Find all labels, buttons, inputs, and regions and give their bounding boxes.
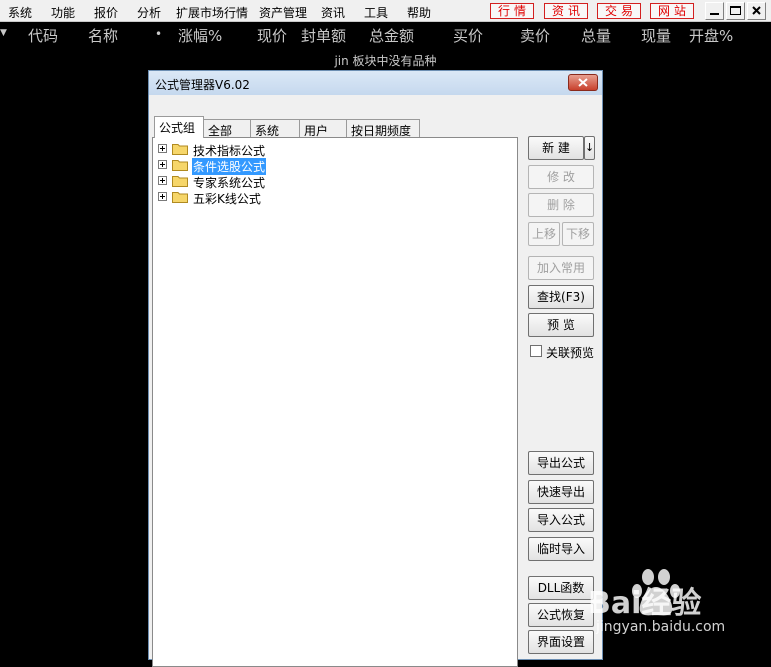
formula-tree[interactable]: 技术指标公式 条件选股公式 专家系统公式 五彩K线公式 bbox=[152, 137, 518, 667]
menu-help[interactable]: 帮助 bbox=[407, 4, 431, 21]
expand-icon[interactable] bbox=[158, 192, 167, 201]
new-button[interactable]: 新 建 bbox=[528, 136, 584, 160]
tree-node-label: 五彩K线公式 bbox=[193, 192, 261, 206]
dll-function-button[interactable]: DLL函数 bbox=[528, 576, 594, 600]
move-down-button[interactable]: 下移 bbox=[562, 222, 594, 246]
ui-settings-button[interactable]: 界面设置 bbox=[528, 630, 594, 654]
close-app-button[interactable] bbox=[747, 2, 766, 20]
maximize-icon bbox=[730, 6, 741, 15]
column-code[interactable]: 代码 bbox=[28, 25, 58, 46]
column-price[interactable]: 现价 bbox=[257, 25, 287, 46]
market-link-button[interactable]: 行情 bbox=[490, 3, 534, 19]
menu-system[interactable]: 系统 bbox=[8, 4, 32, 21]
tree-node-label: 条件选股公式 bbox=[192, 158, 267, 175]
column-open-pct[interactable]: 开盘% bbox=[689, 25, 733, 46]
add-common-button[interactable]: 加入常用 bbox=[528, 256, 594, 280]
menu-quote[interactable]: 报价 bbox=[94, 4, 118, 21]
dialog-close-button[interactable] bbox=[568, 74, 598, 91]
tab-system[interactable]: 系统 bbox=[250, 119, 300, 138]
column-current-volume[interactable]: 现量 bbox=[641, 25, 671, 46]
find-button[interactable]: 查找(F3) bbox=[528, 285, 594, 309]
menu-bar: 系统 功能 报价 分析 扩展市场行情 资产管理 资讯 工具 帮助 行情 资讯 交… bbox=[0, 0, 771, 22]
tree-node-label: 技术指标公式 bbox=[193, 144, 266, 158]
column-change-pct[interactable]: 涨幅% bbox=[178, 25, 222, 46]
folder-icon bbox=[172, 176, 188, 187]
formula-manager-dialog: 公式管理器V6.02 公式组 全部 系统 用户 按日期频度 技术指标公式 条件选… bbox=[148, 70, 603, 667]
dialog-title: 公式管理器V6.02 bbox=[155, 78, 250, 92]
minimize-button[interactable] bbox=[705, 2, 724, 20]
column-bid[interactable]: 买价 bbox=[453, 25, 483, 46]
folder-icon bbox=[172, 144, 188, 155]
baidu-paw-logo: Bai经验 jingyan.baidu.com bbox=[588, 569, 725, 635]
folder-icon bbox=[172, 160, 188, 171]
empty-board-message: jin 板块中没有品种 bbox=[334, 54, 437, 68]
link-preview-label: 关联预览 bbox=[546, 346, 595, 360]
column-seal-amount[interactable]: 封单额 bbox=[301, 25, 346, 46]
import-formula-button[interactable]: 导入公式 bbox=[528, 508, 594, 532]
preview-button[interactable]: 预 览 bbox=[528, 313, 594, 337]
close-icon bbox=[578, 78, 588, 87]
expand-icon[interactable] bbox=[158, 160, 167, 169]
menu-tools[interactable]: 工具 bbox=[364, 4, 388, 21]
modify-button[interactable]: 修 改 bbox=[528, 165, 594, 189]
expand-icon[interactable] bbox=[158, 144, 167, 153]
column-name[interactable]: 名称 bbox=[88, 25, 118, 46]
temp-import-button[interactable]: 临时导入 bbox=[528, 537, 594, 561]
menu-info[interactable]: 资讯 bbox=[321, 4, 345, 21]
expand-icon[interactable] bbox=[158, 176, 167, 185]
svg-text:Bai经验: Bai经验 bbox=[588, 586, 701, 621]
tab-all[interactable]: 全部 bbox=[203, 119, 251, 138]
tab-formula-group[interactable]: 公式组 bbox=[154, 116, 204, 138]
link-preview-checkbox[interactable] bbox=[530, 345, 542, 357]
move-up-button[interactable]: 上移 bbox=[528, 222, 560, 246]
website-link-button[interactable]: 网站 bbox=[650, 3, 694, 19]
formula-restore-button[interactable]: 公式恢复 bbox=[528, 603, 594, 627]
menu-function[interactable]: 功能 bbox=[51, 4, 75, 21]
baidu-jingyan-watermark: Bai经验 jingyan.baidu.com bbox=[588, 565, 771, 650]
column-volume[interactable]: 总量 bbox=[581, 25, 611, 46]
minimize-icon bbox=[710, 13, 719, 15]
menu-asset-management[interactable]: 资产管理 bbox=[259, 4, 307, 21]
quick-export-button[interactable]: 快速导出 bbox=[528, 480, 594, 504]
maximize-button[interactable] bbox=[726, 2, 745, 20]
dialog-titlebar[interactable]: 公式管理器V6.02 bbox=[149, 71, 602, 95]
delete-button[interactable]: 删 除 bbox=[528, 193, 594, 217]
column-ask[interactable]: 卖价 bbox=[520, 25, 550, 46]
column-total-amount[interactable]: 总金额 bbox=[369, 25, 414, 46]
close-icon bbox=[752, 6, 761, 15]
info-link-button[interactable]: 资讯 bbox=[544, 3, 588, 19]
tab-by-date-frequency[interactable]: 按日期频度 bbox=[346, 119, 420, 138]
svg-text:jingyan.baidu.com: jingyan.baidu.com bbox=[595, 619, 725, 635]
menu-extended-market[interactable]: 扩展市场行情 bbox=[176, 4, 248, 21]
new-dropdown-button[interactable]: ↓ bbox=[584, 136, 595, 160]
trade-link-button[interactable]: 交易 bbox=[597, 3, 641, 19]
menu-analysis[interactable]: 分析 bbox=[137, 4, 161, 21]
tree-node-label: 专家系统公式 bbox=[193, 176, 266, 190]
sort-arrow-icon: ▼ bbox=[0, 28, 7, 38]
tab-user[interactable]: 用户 bbox=[299, 119, 347, 138]
export-formula-button[interactable]: 导出公式 bbox=[528, 451, 594, 475]
column-marker[interactable]: • bbox=[155, 27, 162, 41]
folder-icon bbox=[172, 192, 188, 203]
